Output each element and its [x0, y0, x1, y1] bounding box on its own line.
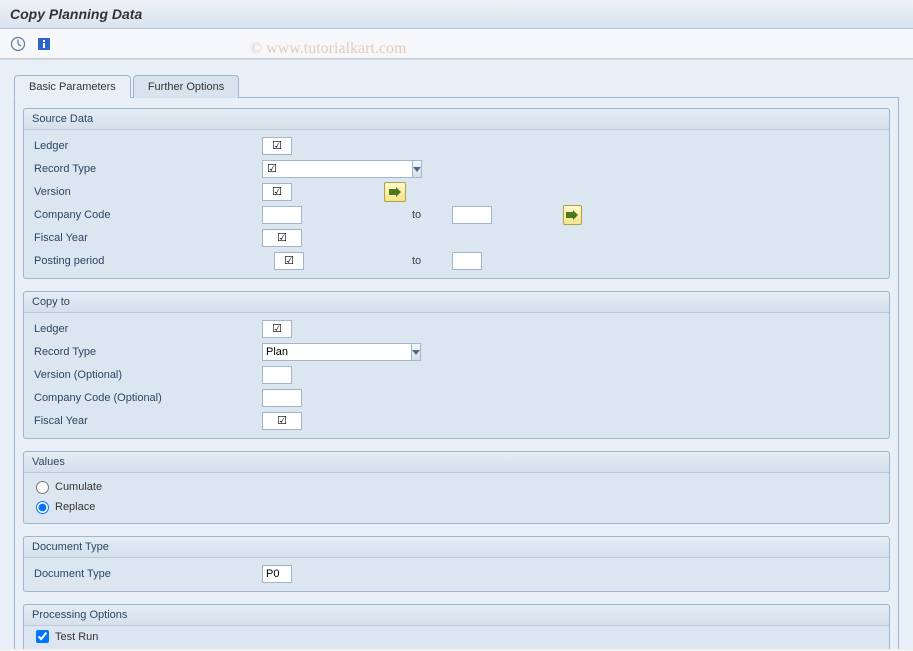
label-test-run: Test Run — [55, 631, 98, 643]
label-document-type: Document Type — [32, 568, 262, 580]
label-copy-record-type: Record Type — [32, 346, 262, 358]
multiselect-company-code-icon[interactable] — [563, 205, 582, 225]
input-copy-record-type[interactable] — [262, 343, 412, 361]
content-area: Basic Parameters Further Options Source … — [0, 59, 913, 649]
multiselect-version-icon[interactable] — [384, 182, 406, 202]
label-version: Version — [32, 186, 262, 198]
input-source-version[interactable] — [262, 183, 292, 201]
tab-panel: Source Data Ledger Record Type — [14, 98, 899, 649]
execute-icon[interactable] — [8, 34, 28, 54]
input-copy-company-code[interactable] — [262, 389, 302, 407]
input-copy-fiscal-year[interactable] — [262, 412, 302, 430]
label-posting-period: Posting period — [32, 255, 262, 267]
group-title-processing: Processing Options — [24, 605, 889, 626]
group-copy-to: Copy to Ledger Record Type — [23, 291, 890, 439]
label-to-pp: to — [412, 255, 442, 267]
input-source-ledger[interactable] — [262, 137, 292, 155]
info-icon[interactable] — [34, 34, 54, 54]
group-title-values: Values — [24, 452, 889, 473]
label-to-cc: to — [412, 209, 442, 221]
label-copy-ledger: Ledger — [32, 323, 262, 335]
group-document-type: Document Type Document Type — [23, 536, 890, 592]
page-title: Copy Planning Data — [0, 0, 913, 29]
input-copy-version[interactable] — [262, 366, 292, 384]
input-source-company-code-to[interactable] — [452, 206, 492, 224]
radio-replace[interactable] — [36, 501, 49, 514]
group-source-data: Source Data Ledger Record Type — [23, 108, 890, 279]
input-source-posting-period-to[interactable] — [452, 252, 482, 270]
group-values: Values Cumulate Replace — [23, 451, 890, 524]
toolbar — [0, 29, 913, 59]
input-source-posting-period-from[interactable] — [274, 252, 304, 270]
label-copy-company-code: Company Code (Optional) — [32, 392, 262, 404]
dropdown-icon[interactable] — [411, 343, 421, 361]
input-source-fiscal-year[interactable] — [262, 229, 302, 247]
label-ledger: Ledger — [32, 140, 262, 152]
group-processing-options: Processing Options Test Run — [23, 604, 890, 649]
label-fiscal-year: Fiscal Year — [32, 232, 262, 244]
radio-cumulate[interactable] — [36, 481, 49, 494]
dropdown-icon[interactable] — [412, 160, 422, 178]
label-record-type: Record Type — [32, 163, 262, 175]
group-title-source: Source Data — [24, 109, 889, 130]
tab-further-options[interactable]: Further Options — [133, 75, 239, 98]
checkbox-test-run[interactable] — [36, 630, 49, 643]
input-document-type[interactable] — [262, 565, 292, 583]
tab-row: Basic Parameters Further Options — [14, 74, 899, 98]
label-cumulate: Cumulate — [55, 481, 102, 493]
input-source-company-code-from[interactable] — [262, 206, 302, 224]
input-copy-ledger[interactable] — [262, 320, 292, 338]
group-title-copy-to: Copy to — [24, 292, 889, 313]
label-copy-version: Version (Optional) — [32, 369, 262, 381]
label-copy-fiscal-year: Fiscal Year — [32, 415, 262, 427]
label-company-code: Company Code — [32, 209, 262, 221]
label-replace: Replace — [55, 501, 95, 513]
tab-basic-parameters[interactable]: Basic Parameters — [14, 75, 131, 98]
input-source-record-type[interactable] — [262, 160, 413, 178]
group-title-document-type: Document Type — [24, 537, 889, 558]
